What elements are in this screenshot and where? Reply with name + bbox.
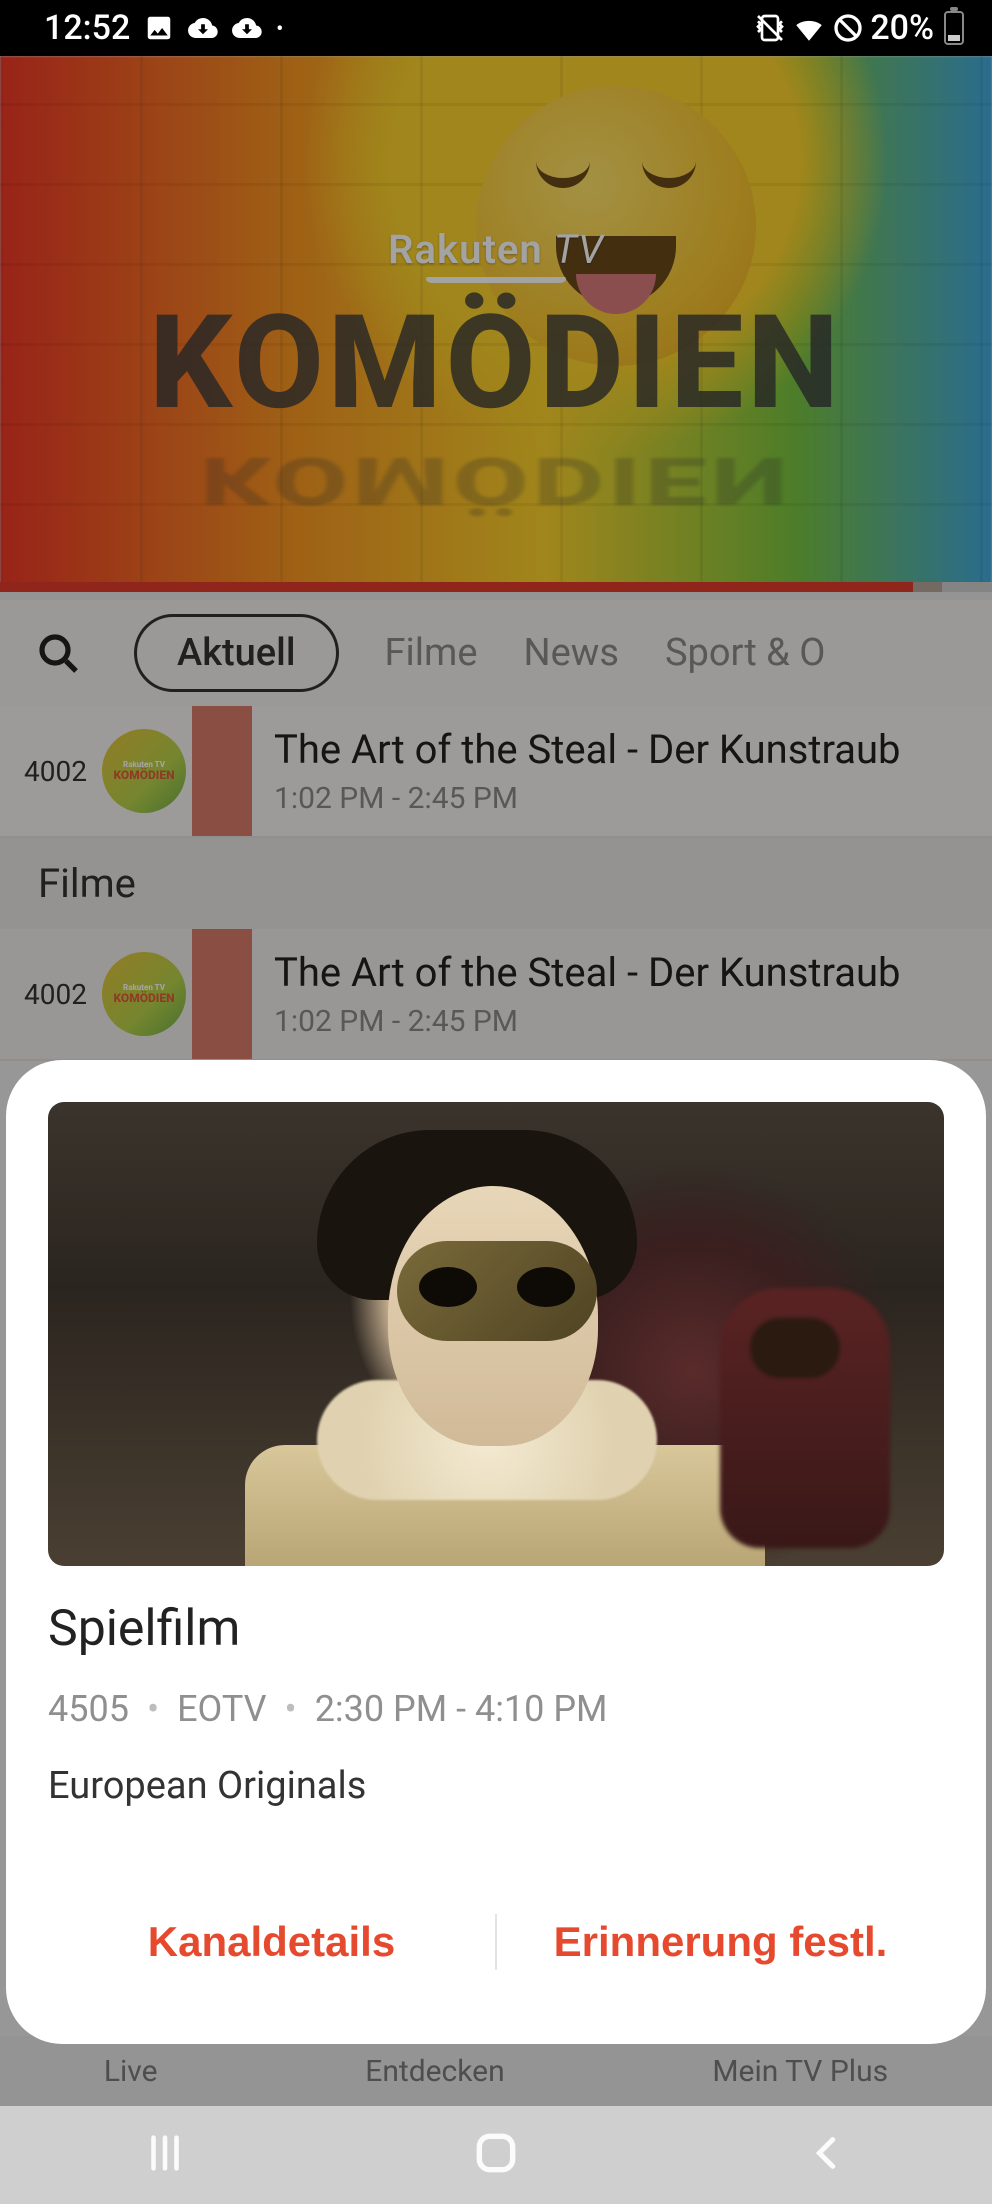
program-thumbnail[interactable] <box>48 1102 944 1566</box>
sheet-title: Spielfilm <box>48 1600 944 1658</box>
sheet-channel-name: EOTV <box>177 1688 266 1730</box>
recents-button[interactable] <box>142 2130 188 2180</box>
sheet-subtitle: 4505 • EOTV • 2:30 PM - 4:10 PM <box>48 1688 944 1730</box>
wifi-icon <box>792 11 826 45</box>
channel-details-button[interactable]: Kanaldetails <box>48 1898 495 1986</box>
battery-icon <box>944 11 964 45</box>
status-time: 12:52 <box>44 8 130 48</box>
battery-percent: 20% <box>870 8 934 48</box>
status-bar: 12:52 • 20% <box>0 0 992 56</box>
program-detail-sheet: Spielfilm 4505 • EOTV • 2:30 PM - 4:10 P… <box>6 1060 986 2044</box>
more-icon: • <box>276 16 283 40</box>
do-not-disturb-icon <box>832 12 864 44</box>
home-button[interactable] <box>471 2128 521 2182</box>
image-icon <box>144 13 174 43</box>
system-nav-bar <box>0 2106 992 2204</box>
sheet-description: European Originals <box>48 1764 944 1808</box>
sheet-time: 2:30 PM - 4:10 PM <box>315 1688 608 1730</box>
cloud-download-icon <box>188 13 218 43</box>
vibrate-icon <box>754 12 786 44</box>
set-reminder-button[interactable]: Erinnerung festl. <box>497 1898 944 1986</box>
sheet-channel-number: 4505 <box>48 1688 129 1730</box>
back-button[interactable] <box>804 2130 850 2180</box>
cloud-download-icon <box>232 13 262 43</box>
